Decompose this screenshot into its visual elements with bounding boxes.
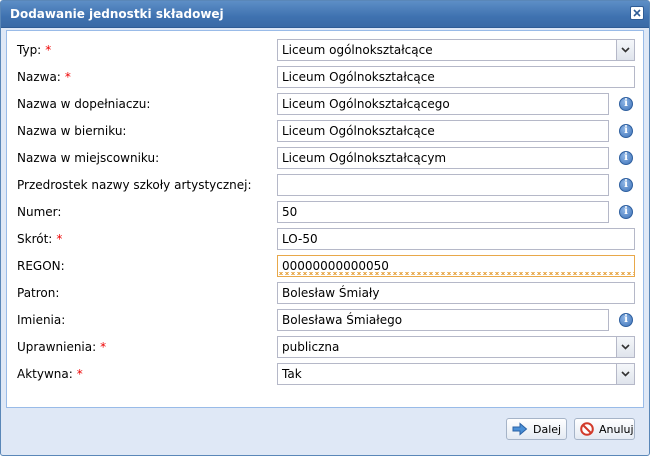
required-marker: * — [76, 367, 83, 381]
dropdown-arrow-button[interactable] — [616, 337, 634, 357]
field-label-aktywna: Aktywna: * — [17, 367, 83, 381]
dropdown-arrow-button[interactable] — [616, 40, 634, 60]
form-row-aktywna: Aktywna: * Tak — [7, 359, 643, 386]
form-row-nazwa-dopelniacz: Nazwa w dopełniaczu: Liceum Ogólnokształ… — [7, 89, 643, 116]
patron-input[interactable]: Bolesław Śmiały — [277, 282, 635, 304]
cancel-icon — [580, 422, 594, 436]
dialog-titlebar[interactable]: Dodawanie jednostki składowej — [1, 1, 649, 28]
typ-select[interactable]: Liceum ogólnokształcące — [277, 39, 635, 61]
field-label-patron: Patron: — [17, 286, 60, 300]
form-panel: Typ: * Liceum ogólnokształcące Nazwa: * Li… — [6, 30, 644, 408]
form-row-imienia: Imienia: Bolesława Śmiałego i — [7, 305, 643, 332]
dropdown-arrow-button[interactable] — [616, 364, 634, 384]
nazwa-miejscownik-input[interactable]: Liceum Ogólnokształcącym — [277, 147, 609, 169]
imienia-input[interactable]: Bolesława Śmiałego — [277, 309, 609, 331]
info-icon[interactable]: i — [619, 97, 633, 111]
field-label-skrot: Skrót: * — [17, 232, 63, 246]
field-label-przedrostek: Przedrostek nazwy szkoły artystycznej: — [17, 178, 252, 192]
uprawnienia-select[interactable]: publiczna — [277, 336, 635, 358]
form-row-uprawnienia: Uprawnienia: * publiczna — [7, 332, 643, 359]
form-row-regon: REGON: 00000000000050 — [7, 251, 643, 278]
required-marker: * — [100, 340, 107, 354]
close-icon — [633, 9, 641, 17]
typ-select-value: Liceum ogólnokształcące — [282, 43, 433, 57]
dialog-title: Dodawanie jednostki składowej — [10, 7, 224, 21]
regon-input[interactable]: 00000000000050 — [277, 255, 635, 277]
nazwa-biernik-input[interactable]: Liceum Ogólnokształcące — [277, 120, 609, 142]
next-button-label: Dalej — [533, 423, 562, 436]
aktywna-select-value: Tak — [282, 367, 302, 381]
field-label-nazwa-dopelniacz: Nazwa w dopełniaczu: — [17, 97, 151, 111]
nazwa-dopelniacz-input[interactable]: Liceum Ogólnokształcącego — [277, 93, 609, 115]
chevron-down-icon — [621, 47, 630, 53]
form-row-skrot: Skrót: * LO-50 — [7, 224, 643, 251]
uprawnienia-select-value: publiczna — [282, 340, 340, 354]
przedrostek-input[interactable] — [277, 174, 609, 196]
chevron-down-icon — [621, 371, 630, 377]
form-row-przedrostek: Przedrostek nazwy szkoły artystycznej: i — [7, 170, 643, 197]
field-label-regon: REGON: — [17, 259, 65, 273]
aktywna-select[interactable]: Tak — [277, 363, 635, 385]
form-row-nazwa: Nazwa: * Liceum Ogólnokształcące — [7, 62, 643, 89]
cancel-button[interactable]: Anuluj — [574, 418, 635, 440]
field-label-nazwa-biernik: Nazwa w bierniku: — [17, 124, 127, 138]
info-icon[interactable]: i — [619, 151, 633, 165]
skrot-input[interactable]: LO-50 — [277, 228, 635, 250]
form-row-patron: Patron: Bolesław Śmiały — [7, 278, 643, 305]
cancel-button-label: Anuluj — [599, 423, 634, 436]
info-icon[interactable]: i — [619, 178, 633, 192]
dialog-window: Dodawanie jednostki składowej Typ: * Lice… — [0, 0, 650, 456]
required-marker: * — [56, 232, 63, 246]
field-label-imienia: Imienia: — [17, 313, 66, 327]
required-marker: * — [64, 70, 71, 84]
arrow-right-icon — [512, 422, 528, 436]
info-icon[interactable]: i — [619, 205, 633, 219]
field-label-nazwa-miejscownik: Nazwa w miejscowniku: — [17, 151, 160, 165]
next-button[interactable]: Dalej — [506, 418, 567, 440]
form-row-nazwa-miejscownik: Nazwa w miejscowniku: Liceum Ogólnokszta… — [7, 143, 643, 170]
nazwa-input[interactable]: Liceum Ogólnokształcące — [277, 66, 635, 88]
field-label-nazwa: Nazwa: * — [17, 70, 71, 84]
info-icon[interactable]: i — [619, 124, 633, 138]
field-label-uprawnienia: Uprawnienia: * — [17, 340, 107, 354]
form-row-numer: Numer: 50 i — [7, 197, 643, 224]
form-row-nazwa-biernik: Nazwa w bierniku: Liceum Ogólnokształcąc… — [7, 116, 643, 143]
form-row-typ: Typ: * Liceum ogólnokształcące — [7, 35, 643, 62]
field-label-typ: Typ: * — [17, 43, 52, 57]
required-marker: * — [45, 43, 52, 57]
chevron-down-icon — [621, 344, 630, 350]
close-button[interactable] — [630, 6, 644, 20]
info-icon[interactable]: i — [619, 313, 633, 327]
numer-input[interactable]: 50 — [277, 201, 609, 223]
field-label-numer: Numer: — [17, 205, 62, 219]
